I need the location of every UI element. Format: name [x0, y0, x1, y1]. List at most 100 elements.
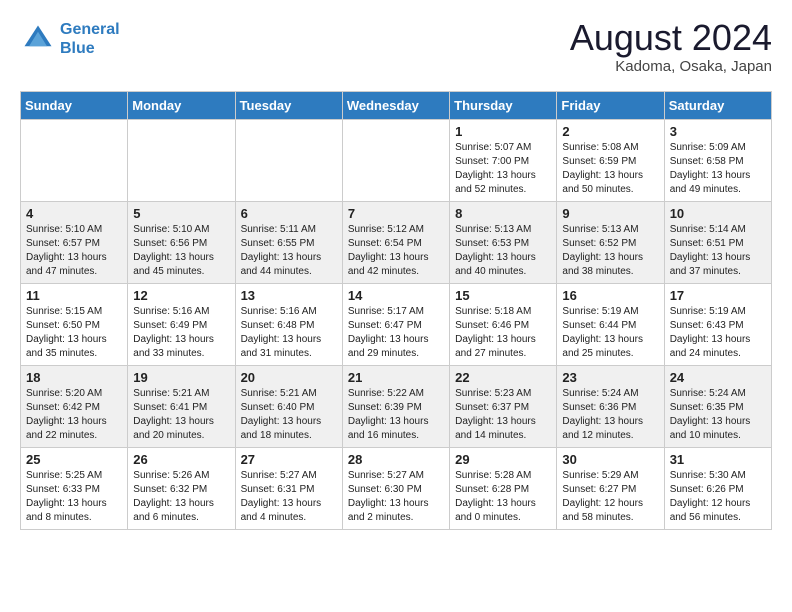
day-number: 29: [455, 452, 551, 467]
day-info: Sunrise: 5:24 AM Sunset: 6:35 PM Dayligh…: [670, 387, 766, 443]
day-number: 8: [455, 206, 551, 221]
calendar-cell: 25 Sunrise: 5:25 AM Sunset: 6:33 PM Dayli…: [21, 448, 128, 530]
day-info: Sunrise: 5:10 AM Sunset: 6:56 PM Dayligh…: [133, 223, 229, 279]
weekday-header-tuesday: Tuesday: [235, 92, 342, 120]
calendar-cell: 10 Sunrise: 5:14 AM Sunset: 6:51 PM Dayli…: [664, 202, 771, 284]
day-info: Sunrise: 5:15 AM Sunset: 6:50 PM Dayligh…: [26, 305, 122, 361]
calendar-cell: 21 Sunrise: 5:22 AM Sunset: 6:39 PM Dayli…: [342, 366, 449, 448]
calendar-cell: 15 Sunrise: 5:18 AM Sunset: 6:46 PM Dayli…: [450, 284, 557, 366]
page-header: General Blue August 2024 Kadoma, Osaka, …: [20, 20, 772, 75]
logo: General Blue: [20, 20, 120, 58]
day-number: 15: [455, 288, 551, 303]
day-info: Sunrise: 5:30 AM Sunset: 6:26 PM Dayligh…: [670, 469, 766, 525]
day-number: 2: [562, 124, 658, 139]
day-number: 22: [455, 370, 551, 385]
calendar-cell: 18 Sunrise: 5:20 AM Sunset: 6:42 PM Dayli…: [21, 366, 128, 448]
day-number: 4: [26, 206, 122, 221]
day-number: 18: [26, 370, 122, 385]
calendar-cell: 19 Sunrise: 5:21 AM Sunset: 6:41 PM Dayli…: [128, 366, 235, 448]
day-number: 31: [670, 452, 766, 467]
day-info: Sunrise: 5:16 AM Sunset: 6:49 PM Dayligh…: [133, 305, 229, 361]
weekday-header-sunday: Sunday: [21, 92, 128, 120]
day-info: Sunrise: 5:13 AM Sunset: 6:53 PM Dayligh…: [455, 223, 551, 279]
day-info: Sunrise: 5:21 AM Sunset: 6:40 PM Dayligh…: [241, 387, 337, 443]
day-number: 5: [133, 206, 229, 221]
day-info: Sunrise: 5:27 AM Sunset: 6:30 PM Dayligh…: [348, 469, 444, 525]
logo-text: General Blue: [60, 20, 120, 58]
calendar-cell: 26 Sunrise: 5:26 AM Sunset: 6:32 PM Dayli…: [128, 448, 235, 530]
day-number: 27: [241, 452, 337, 467]
day-info: Sunrise: 5:22 AM Sunset: 6:39 PM Dayligh…: [348, 387, 444, 443]
day-number: 23: [562, 370, 658, 385]
day-info: Sunrise: 5:18 AM Sunset: 6:46 PM Dayligh…: [455, 305, 551, 361]
weekday-header-friday: Friday: [557, 92, 664, 120]
calendar-cell: 11 Sunrise: 5:15 AM Sunset: 6:50 PM Dayli…: [21, 284, 128, 366]
calendar-cell: 16Sunrise: 5:19 AM Sunset: 6:44 PM Dayli…: [557, 284, 664, 366]
day-number: 25: [26, 452, 122, 467]
day-info: Sunrise: 5:25 AM Sunset: 6:33 PM Dayligh…: [26, 469, 122, 525]
day-number: 10: [670, 206, 766, 221]
day-number: 16: [562, 288, 658, 303]
calendar-cell: [342, 120, 449, 202]
calendar-cell: 4 Sunrise: 5:10 AM Sunset: 6:57 PM Daylig…: [21, 202, 128, 284]
day-number: 30: [562, 452, 658, 467]
logo-icon: [20, 21, 56, 57]
day-number: 9: [562, 206, 658, 221]
calendar-cell: 2 Sunrise: 5:08 AM Sunset: 6:59 PM Daylig…: [557, 120, 664, 202]
calendar-cell: 23Sunrise: 5:24 AM Sunset: 6:36 PM Dayli…: [557, 366, 664, 448]
day-info: Sunrise: 5:17 AM Sunset: 6:47 PM Dayligh…: [348, 305, 444, 361]
day-number: 19: [133, 370, 229, 385]
calendar-cell: [21, 120, 128, 202]
calendar-cell: 17 Sunrise: 5:19 AM Sunset: 6:43 PM Dayli…: [664, 284, 771, 366]
day-info: Sunrise: 5:21 AM Sunset: 6:41 PM Dayligh…: [133, 387, 229, 443]
day-info: Sunrise: 5:07 AM Sunset: 7:00 PM Dayligh…: [455, 141, 551, 197]
weekday-header-wednesday: Wednesday: [342, 92, 449, 120]
weekday-header-saturday: Saturday: [664, 92, 771, 120]
calendar-cell: 12Sunrise: 5:16 AM Sunset: 6:49 PM Dayli…: [128, 284, 235, 366]
day-info: Sunrise: 5:13 AM Sunset: 6:52 PM Dayligh…: [562, 223, 658, 279]
month-title: August 2024: [570, 20, 772, 56]
calendar-cell: [235, 120, 342, 202]
day-info: Sunrise: 5:20 AM Sunset: 6:42 PM Dayligh…: [26, 387, 122, 443]
day-number: 6: [241, 206, 337, 221]
day-info: Sunrise: 5:29 AM Sunset: 6:27 PM Dayligh…: [562, 469, 658, 525]
weekday-header-thursday: Thursday: [450, 92, 557, 120]
day-info: Sunrise: 5:27 AM Sunset: 6:31 PM Dayligh…: [241, 469, 337, 525]
weekday-header-monday: Monday: [128, 92, 235, 120]
day-info: Sunrise: 5:09 AM Sunset: 6:58 PM Dayligh…: [670, 141, 766, 197]
location: Kadoma, Osaka, Japan: [570, 58, 772, 75]
day-info: Sunrise: 5:08 AM Sunset: 6:59 PM Dayligh…: [562, 141, 658, 197]
calendar-cell: 22 Sunrise: 5:23 AM Sunset: 6:37 PM Dayli…: [450, 366, 557, 448]
day-number: 11: [26, 288, 122, 303]
calendar-cell: 28 Sunrise: 5:27 AM Sunset: 6:30 PM Dayli…: [342, 448, 449, 530]
day-info: Sunrise: 5:23 AM Sunset: 6:37 PM Dayligh…: [455, 387, 551, 443]
calendar-cell: 5 Sunrise: 5:10 AM Sunset: 6:56 PM Daylig…: [128, 202, 235, 284]
calendar-cell: 9 Sunrise: 5:13 AM Sunset: 6:52 PM Daylig…: [557, 202, 664, 284]
day-number: 24: [670, 370, 766, 385]
day-number: 14: [348, 288, 444, 303]
day-number: 21: [348, 370, 444, 385]
day-number: 28: [348, 452, 444, 467]
day-info: Sunrise: 5:12 AM Sunset: 6:54 PM Dayligh…: [348, 223, 444, 279]
calendar-cell: 14 Sunrise: 5:17 AM Sunset: 6:47 PM Dayli…: [342, 284, 449, 366]
day-info: Sunrise: 5:26 AM Sunset: 6:32 PM Dayligh…: [133, 469, 229, 525]
day-number: 1: [455, 124, 551, 139]
day-info: Sunrise: 5:19 AM Sunset: 6:43 PM Dayligh…: [670, 305, 766, 361]
day-number: 20: [241, 370, 337, 385]
calendar-cell: 27 Sunrise: 5:27 AM Sunset: 6:31 PM Dayli…: [235, 448, 342, 530]
day-number: 3: [670, 124, 766, 139]
calendar-cell: 24 Sunrise: 5:24 AM Sunset: 6:35 PM Dayli…: [664, 366, 771, 448]
day-number: 17: [670, 288, 766, 303]
day-number: 26: [133, 452, 229, 467]
calendar-table: SundayMondayTuesdayWednesdayThursdayFrid…: [20, 91, 772, 530]
day-info: Sunrise: 5:10 AM Sunset: 6:57 PM Dayligh…: [26, 223, 122, 279]
calendar-cell: 7Sunrise: 5:12 AM Sunset: 6:54 PM Daylig…: [342, 202, 449, 284]
calendar-cell: 29Sunrise: 5:28 AM Sunset: 6:28 PM Dayli…: [450, 448, 557, 530]
day-number: 13: [241, 288, 337, 303]
day-info: Sunrise: 5:16 AM Sunset: 6:48 PM Dayligh…: [241, 305, 337, 361]
calendar-cell: [128, 120, 235, 202]
calendar-cell: 31 Sunrise: 5:30 AM Sunset: 6:26 PM Dayli…: [664, 448, 771, 530]
day-info: Sunrise: 5:14 AM Sunset: 6:51 PM Dayligh…: [670, 223, 766, 279]
calendar-cell: 30 Sunrise: 5:29 AM Sunset: 6:27 PM Dayli…: [557, 448, 664, 530]
day-info: Sunrise: 5:11 AM Sunset: 6:55 PM Dayligh…: [241, 223, 337, 279]
